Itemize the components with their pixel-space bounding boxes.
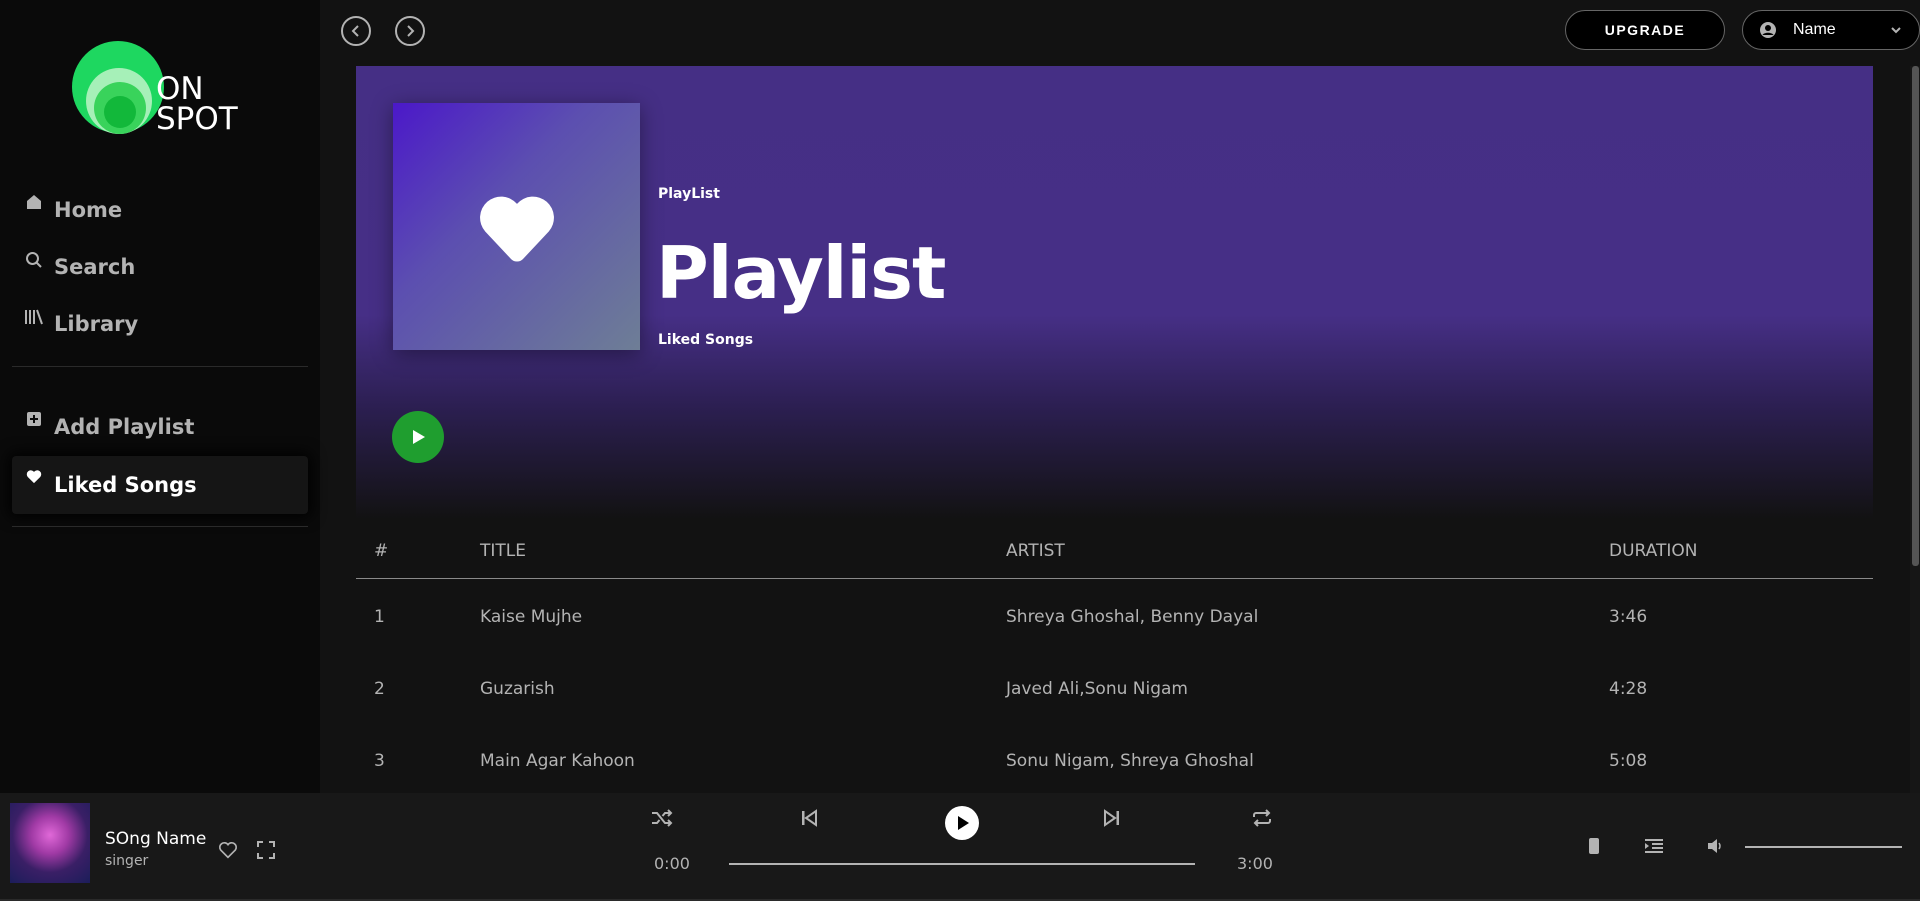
library-icon <box>24 308 44 328</box>
track-number: 2 <box>374 679 385 699</box>
track-artist: Shreya Ghoshal, Benny Dayal <box>1006 607 1259 627</box>
playlist-header: PlayList Playlist Liked Songs <box>356 66 1873 519</box>
sidebar-divider <box>12 526 308 527</box>
device-icon <box>1589 838 1599 854</box>
elapsed-time: 0:00 <box>654 854 690 873</box>
track-number: 3 <box>374 751 385 771</box>
heart-icon <box>24 469 44 489</box>
sidebar: ON SPOT Home Search Library Add Playlist… <box>0 0 320 793</box>
progress-bar[interactable] <box>729 863 1195 865</box>
sidebar-main-nav: Home Search Library <box>12 181 308 352</box>
now-playing-title: SOng Name <box>105 829 207 849</box>
heart-outline-icon <box>218 842 238 859</box>
now-playing-cover <box>10 803 90 883</box>
sidebar-item-label: Search <box>54 254 136 279</box>
playlist-type-label: PlayList <box>658 186 720 202</box>
column-header-number: # <box>374 541 389 561</box>
volume-button[interactable] <box>1703 834 1727 858</box>
table-row[interactable]: 2 Guzarish Javed Ali,Sonu Nigam 4:28 <box>356 651 1873 723</box>
track-table: # TITLE ARTIST DURATION 1 Kaise Mujhe Sh… <box>356 519 1873 793</box>
next-button[interactable] <box>1100 806 1124 830</box>
back-button[interactable] <box>341 16 371 46</box>
track-artist: Javed Ali,Sonu Nigam <box>1006 679 1188 699</box>
player-bar: SOng Name singer 0:00 3:00 <box>0 793 1920 901</box>
fullscreen-button[interactable] <box>254 838 278 862</box>
user-menu-button[interactable]: Name <box>1742 10 1920 50</box>
sidebar-item-label: Library <box>54 311 139 336</box>
chevron-left-icon <box>351 25 359 37</box>
forward-button[interactable] <box>395 16 425 46</box>
track-title: Kaise Mujhe <box>480 607 583 627</box>
sidebar-divider <box>12 366 308 367</box>
brand-logo[interactable]: ON SPOT <box>72 38 252 138</box>
heart-icon <box>479 196 554 262</box>
sidebar-item-library[interactable]: Library <box>12 295 308 352</box>
column-header-duration: DURATION <box>1609 541 1698 561</box>
fullscreen-icon <box>257 841 275 859</box>
sidebar-item-home[interactable]: Home <box>12 181 308 238</box>
queue-button[interactable] <box>1642 834 1666 858</box>
track-artist: Sonu Nigam, Shreya Ghoshal <box>1006 751 1254 771</box>
track-title: Guzarish <box>480 679 555 699</box>
logo-mark <box>72 38 168 134</box>
track-number: 1 <box>374 607 385 627</box>
user-avatar-icon <box>1760 22 1776 38</box>
track-duration: 5:08 <box>1609 751 1648 771</box>
scrollbar-thumb[interactable] <box>1912 66 1919 566</box>
sidebar-item-liked-songs[interactable]: Liked Songs <box>12 456 308 514</box>
chevron-right-icon <box>407 25 415 37</box>
shuffle-button[interactable] <box>650 806 674 830</box>
table-header: # TITLE ARTIST DURATION <box>356 519 1873 579</box>
home-icon <box>24 194 44 214</box>
skip-next-icon <box>1104 809 1119 827</box>
play-pause-button[interactable] <box>945 806 979 840</box>
repeat-button[interactable] <box>1250 806 1274 830</box>
skip-previous-icon <box>802 809 817 827</box>
repeat-icon <box>1253 809 1271 827</box>
playlist-cover <box>393 103 640 350</box>
logo-text: ON SPOT <box>156 71 238 137</box>
table-row[interactable]: 1 Kaise Mujhe Shreya Ghoshal, Benny Daya… <box>356 579 1873 651</box>
column-header-artist: ARTIST <box>1006 541 1065 561</box>
chevron-down-icon <box>1891 27 1901 34</box>
play-playlist-button[interactable] <box>392 411 444 463</box>
sidebar-item-add-playlist[interactable]: Add Playlist <box>12 398 308 456</box>
sidebar-item-label: Home <box>54 197 123 222</box>
main-scrollbar[interactable] <box>1910 66 1920 793</box>
play-icon <box>413 430 425 444</box>
page-title: Playlist <box>656 231 946 315</box>
sidebar-library-nav: Add Playlist Liked Songs <box>12 398 308 514</box>
column-header-title: TITLE <box>480 541 526 561</box>
total-time: 3:00 <box>1237 854 1273 873</box>
app-window: ON SPOT Home Search Library Add Playlist… <box>0 0 1920 901</box>
track-title: Main Agar Kahoon <box>480 751 635 771</box>
search-icon <box>24 251 44 271</box>
sidebar-item-search[interactable]: Search <box>12 238 308 295</box>
play-icon <box>958 816 969 830</box>
sidebar-item-label: Liked Songs <box>54 473 197 497</box>
main-content: PlayList Playlist Liked Songs # TITLE AR… <box>320 66 1920 793</box>
top-bar: UPGRADE Name <box>320 0 1920 66</box>
track-duration: 3:46 <box>1609 607 1648 627</box>
playlist-subtitle: Liked Songs <box>658 332 754 348</box>
user-name: Name <box>1793 21 1836 38</box>
previous-button[interactable] <box>797 806 821 830</box>
upgrade-button[interactable]: UPGRADE <box>1565 10 1725 50</box>
table-row[interactable]: 3 Main Agar Kahoon Sonu Nigam, Shreya Gh… <box>356 723 1873 793</box>
queue-icon <box>1645 839 1663 853</box>
devices-button[interactable] <box>1584 834 1604 858</box>
like-button[interactable] <box>216 838 240 862</box>
now-playing-artist: singer <box>105 853 149 869</box>
volume-icon <box>1708 839 1721 853</box>
add-box-icon <box>24 411 44 431</box>
sidebar-item-label: Add Playlist <box>54 415 195 439</box>
shuffle-icon <box>652 809 673 827</box>
volume-slider[interactable] <box>1745 846 1902 848</box>
track-duration: 4:28 <box>1609 679 1648 699</box>
